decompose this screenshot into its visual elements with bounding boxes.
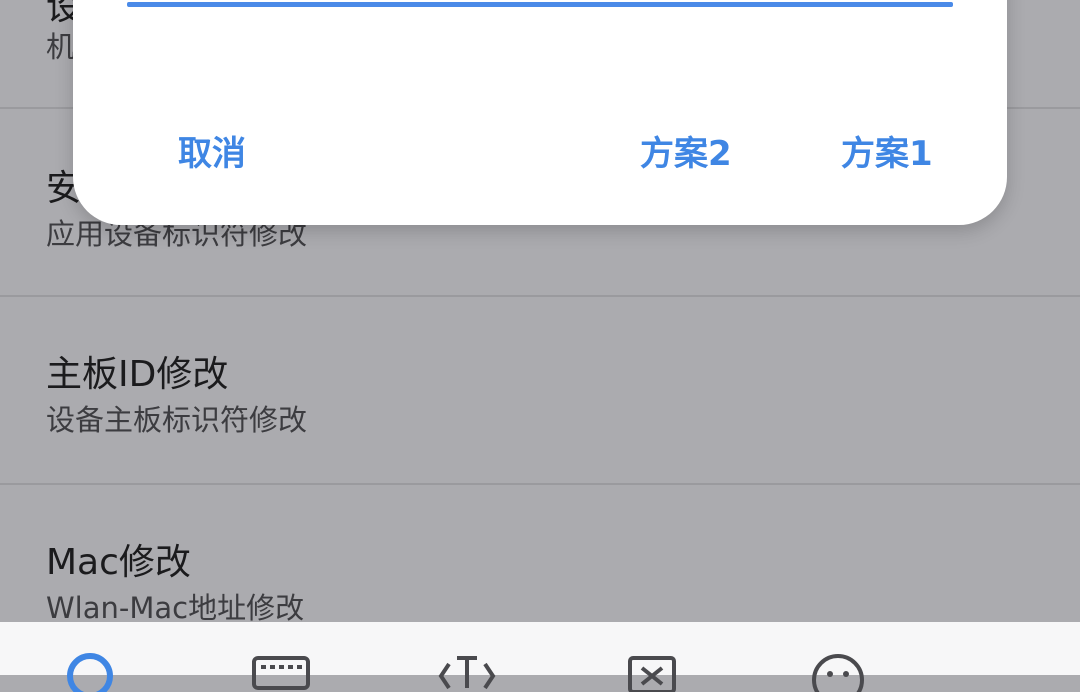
search-icon[interactable] — [60, 652, 124, 692]
option2-button[interactable]: 方案2 — [640, 126, 732, 175]
item-subtitle: Wlan-Mac地址修改 — [46, 591, 305, 625]
item-subtitle: 设备主板标识符修改 — [46, 403, 308, 437]
text-cursor-icon[interactable] — [435, 652, 499, 692]
input-underline — [127, 2, 953, 7]
choice-dialog: 取消 方案2 方案1 — [73, 0, 1007, 225]
item-title: Mac修改 — [46, 542, 191, 583]
bottom-toolbar — [0, 622, 1080, 692]
emoji-icon[interactable] — [806, 652, 870, 692]
clipboard-icon[interactable] — [620, 652, 684, 692]
list-item[interactable]: Mac修改 Wlan-Mac地址修改 — [0, 485, 1080, 625]
item-subtitle: 机 — [46, 30, 76, 64]
cancel-button[interactable]: 取消 — [178, 126, 246, 175]
item-title: 主板ID修改 — [46, 354, 229, 395]
option1-button[interactable]: 方案1 — [841, 126, 933, 175]
keyboard-icon[interactable] — [250, 652, 314, 692]
list-item[interactable]: 主板ID修改 设备主板标识符修改 — [0, 297, 1080, 483]
